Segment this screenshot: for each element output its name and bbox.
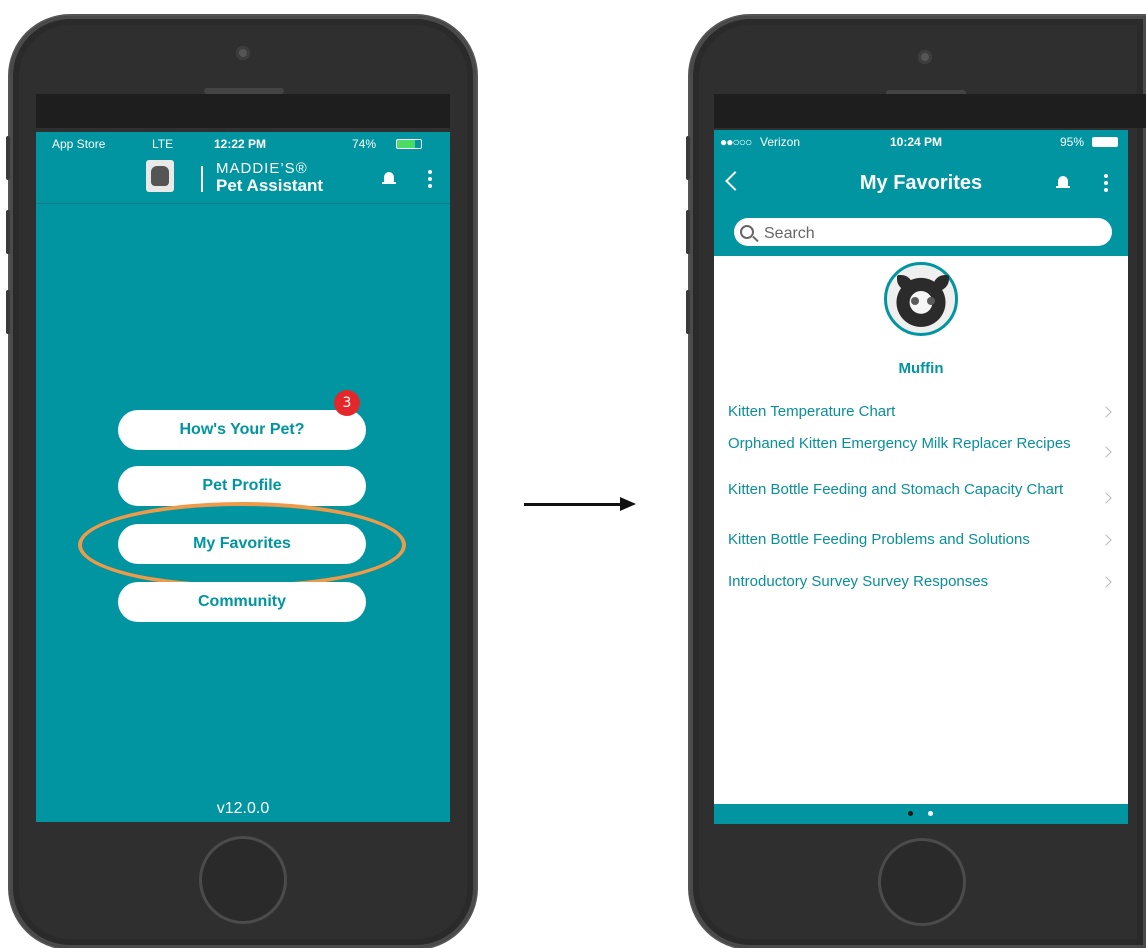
back-to-app-store-link[interactable]: App Store <box>52 137 105 151</box>
my-favorites-button[interactable]: My Favorites <box>118 524 366 564</box>
battery-icon <box>1092 137 1118 147</box>
left-phone-volume-down <box>6 290 10 334</box>
right-phone-top-bar <box>714 94 1146 128</box>
more-vertical-icon[interactable] <box>1104 174 1108 192</box>
battery-icon <box>396 139 422 149</box>
status-bar: ●●○○○ Verizon 10:24 PM 95% <box>714 130 1128 154</box>
left-phone-top-bar <box>36 94 450 128</box>
favorite-item[interactable]: Orphaned Kitten Emergency Milk Replacer … <box>728 435 1114 458</box>
favorite-item[interactable]: Kitten Bottle Feeding Problems and Solut… <box>728 532 1114 548</box>
pet-profile-button[interactable]: Pet Profile <box>118 466 366 506</box>
favorite-item[interactable]: Kitten Bottle Feeding and Stomach Capaci… <box>728 481 1114 504</box>
page-dot[interactable] <box>928 811 933 816</box>
bell-icon[interactable] <box>1056 176 1070 190</box>
favorite-item-label: Introductory Survey Survey Responses <box>728 573 989 590</box>
notification-badge: 3 <box>334 390 360 416</box>
battery-percent: 74% <box>352 137 377 151</box>
network-label: LTE <box>152 137 174 151</box>
brand-name: MADDIE’S® <box>216 160 308 177</box>
hows-your-pet-button[interactable]: How's Your Pet? <box>118 410 366 450</box>
status-bar: App Store LTE 12:22 PM 74% <box>36 132 450 156</box>
right-phone-volume-up <box>686 210 690 254</box>
favorite-item-label: Orphaned Kitten Emergency Milk Replacer … <box>728 435 1071 452</box>
favorite-item-label: Kitten Bottle Feeding Problems and Solut… <box>728 531 1030 548</box>
pet-avatar[interactable] <box>884 262 958 336</box>
logo-divider <box>201 166 203 192</box>
right-phone-camera <box>918 50 932 64</box>
left-phone: App Store LTE 12:22 PM 74% MADDIE’S® Pet… <box>6 16 476 948</box>
dog-logo-icon <box>146 160 174 192</box>
left-screen: App Store LTE 12:22 PM 74% MADDIE’S® Pet… <box>36 132 450 822</box>
page-indicator <box>714 804 1128 824</box>
carrier-label: Verizon <box>760 135 801 149</box>
battery-percent: 95% <box>1060 135 1085 149</box>
left-phone-camera <box>236 46 250 60</box>
search-icon <box>740 225 754 239</box>
app-header: MADDIE’S® Pet Assistant <box>36 156 450 204</box>
signal-dots-icon: ●●○○○ <box>720 135 752 149</box>
right-home-button[interactable] <box>878 838 966 926</box>
page-dot-active[interactable] <box>908 811 913 816</box>
community-button[interactable]: Community <box>118 582 366 622</box>
favorite-item-label: Kitten Bottle Feeding and Stomach Capaci… <box>728 481 1064 498</box>
right-phone-volume-down <box>686 290 690 334</box>
more-vertical-icon[interactable] <box>428 170 432 188</box>
right-screen: ●●○○○ Verizon 10:24 PM 95% My Favorites … <box>714 130 1128 824</box>
favorite-item[interactable]: Kitten Temperature Chart <box>728 404 1114 420</box>
clock: 10:24 PM <box>890 135 943 149</box>
brand-subtitle: Pet Assistant <box>216 176 324 195</box>
favorite-item-label: Kitten Temperature Chart <box>728 403 896 420</box>
right-phone-mute-switch <box>686 136 690 180</box>
left-phone-volume-up <box>6 210 10 254</box>
app-header: My Favorites <box>714 154 1128 212</box>
favorite-item[interactable]: Introductory Survey Survey Responses <box>728 574 1114 590</box>
clock: 12:22 PM <box>214 137 267 151</box>
pet-name: Muffin <box>898 360 944 377</box>
right-phone: ●●○○○ Verizon 10:24 PM 95% My Favorites … <box>686 16 1146 948</box>
bell-icon[interactable] <box>382 172 396 186</box>
search-bar: Search <box>714 212 1128 256</box>
left-phone-mute-switch <box>6 136 10 180</box>
app-version: v12.0.0 <box>216 800 270 817</box>
search-placeholder: Search <box>764 225 815 242</box>
left-home-button[interactable] <box>199 836 287 924</box>
